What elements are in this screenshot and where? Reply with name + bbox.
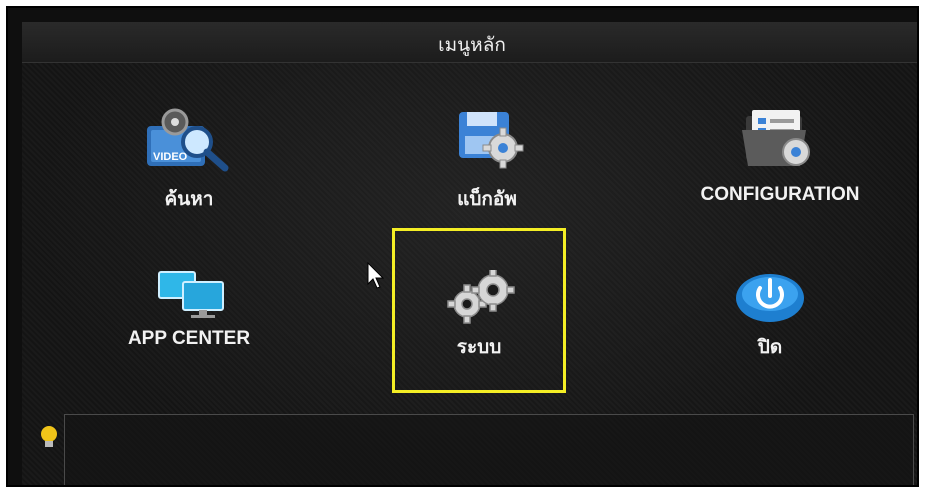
config-folder-gear-icon bbox=[742, 110, 810, 166]
svg-text:VIDEO: VIDEO bbox=[153, 151, 188, 163]
search-label: ค้นหา bbox=[164, 189, 214, 210]
backup-disk-gear-icon bbox=[459, 112, 524, 169]
info-panel bbox=[64, 414, 914, 485]
mouse-cursor-icon bbox=[367, 262, 385, 289]
video-search-icon: VIDEO bbox=[147, 108, 229, 172]
menu-item-search[interactable]: VIDEO ค้นหา bbox=[89, 106, 289, 214]
main-menu-screen: เมนูหลัก VIDEO ค้นหา แบ็กอัพ CONFIGURATI… bbox=[22, 22, 917, 485]
menu-item-configuration[interactable]: CONFIGURATION bbox=[675, 106, 885, 206]
close-label: ปิด bbox=[757, 337, 783, 358]
menu-item-close[interactable]: ปิด bbox=[670, 272, 870, 362]
title-bar: เมนูหลัก bbox=[22, 22, 917, 63]
configuration-label: CONFIGURATION bbox=[700, 184, 860, 205]
selection-highlight bbox=[392, 228, 566, 393]
menu-item-backup[interactable]: แบ็กอัพ bbox=[387, 106, 587, 214]
dvr-screen-frame: เมนูหลัก VIDEO ค้นหา แบ็กอัพ CONFIGURATI… bbox=[6, 6, 919, 487]
lightbulb-icon bbox=[41, 426, 57, 447]
backup-label: แบ็กอัพ bbox=[457, 189, 517, 210]
monitors-icon bbox=[158, 271, 224, 318]
page-title: เมนูหลัก bbox=[438, 34, 506, 56]
app-center-label: APP CENTER bbox=[127, 328, 251, 349]
power-icon bbox=[736, 274, 804, 322]
menu-item-app-center[interactable]: APP CENTER bbox=[82, 268, 296, 350]
